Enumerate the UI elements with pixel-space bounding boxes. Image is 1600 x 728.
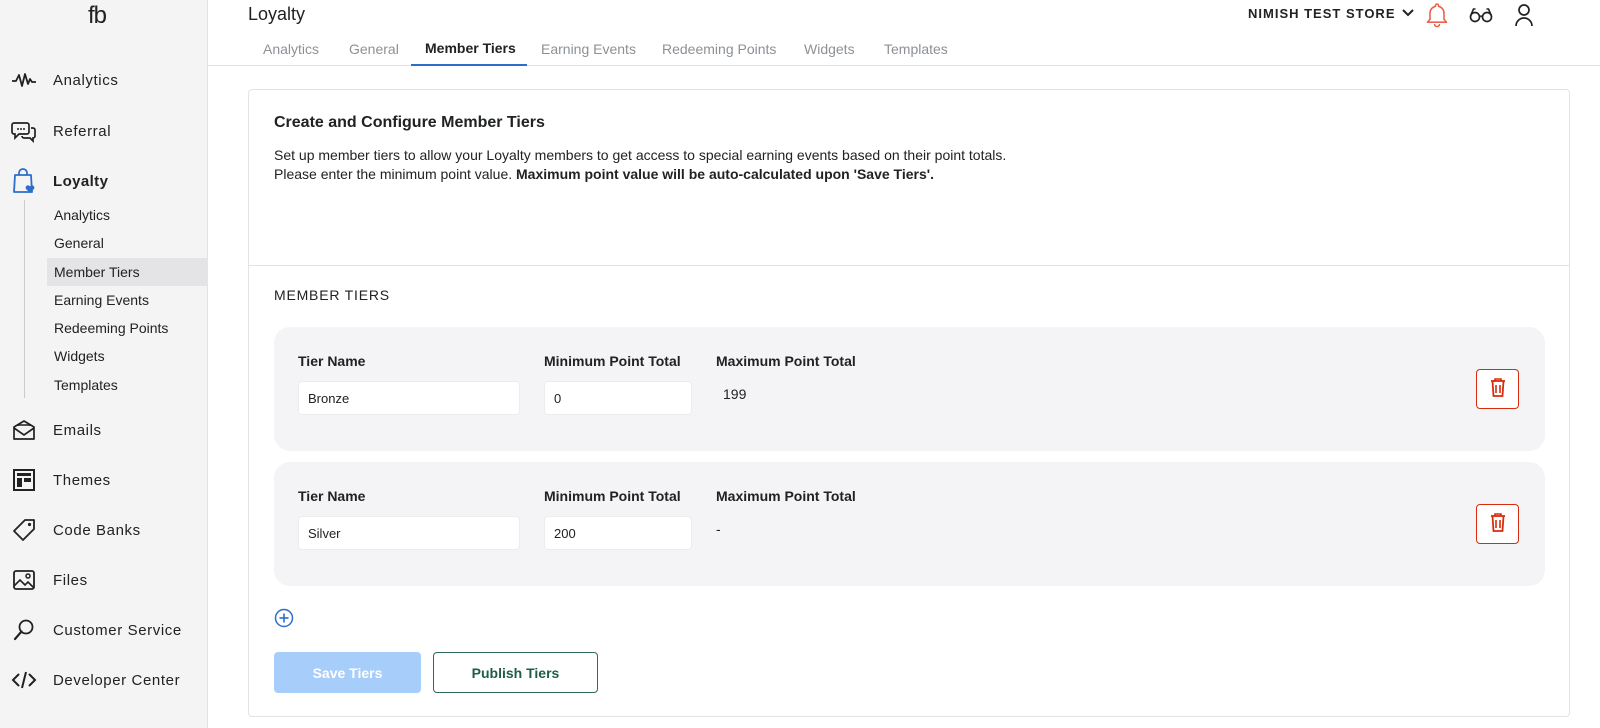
sidebar-item-label: Developer Center	[53, 671, 181, 689]
sidebar-item-label: Themes	[53, 471, 111, 489]
add-tier-button[interactable]	[274, 608, 294, 628]
member-tiers-card: Create and Configure Member Tiers Set up…	[248, 89, 1570, 717]
tag-icon	[11, 517, 37, 543]
tier-row: Tier Name Minimum Point Total Maximum Po…	[274, 327, 1545, 451]
pulse-icon	[11, 67, 37, 93]
subnav-item-member-tiers[interactable]: Member Tiers	[47, 258, 208, 286]
card-title: Create and Configure Member Tiers	[274, 114, 545, 131]
tab-analytics[interactable]: Analytics	[263, 41, 319, 57]
plus-circle-icon	[274, 608, 294, 632]
subnav-item-general[interactable]: General	[47, 229, 208, 257]
trash-icon	[1488, 511, 1508, 538]
subnav-divider	[24, 200, 25, 398]
code-icon	[11, 667, 37, 693]
chevron-down-icon	[1401, 6, 1414, 21]
sidebar-item-referral[interactable]: Referral	[0, 114, 208, 148]
sidebar-item-customer-service[interactable]: Customer Service	[0, 613, 208, 647]
sidebar-item-label: Customer Service	[53, 621, 182, 639]
sidebar-item-emails[interactable]: Emails	[0, 413, 208, 447]
tab-member-tiers[interactable]: Member Tiers	[425, 40, 516, 56]
subnav-item-templates[interactable]: Templates	[47, 371, 208, 399]
image-icon	[11, 567, 37, 593]
max-point-value: -	[716, 521, 721, 537]
tab-general[interactable]: General	[349, 41, 399, 57]
min-point-label: Minimum Point Total	[544, 488, 681, 504]
layout-icon	[11, 467, 37, 493]
active-tab-indicator	[411, 64, 527, 66]
subnav-item-analytics[interactable]: Analytics	[47, 201, 208, 229]
tier-row: Tier Name Minimum Point Total Maximum Po…	[274, 462, 1545, 586]
sidebar-item-developer-center[interactable]: Developer Center	[0, 663, 208, 697]
shopping-bag-heart-icon	[11, 168, 37, 194]
page-title: Loyalty	[248, 4, 306, 24]
sidebar-item-code-banks[interactable]: Code Banks	[0, 513, 208, 547]
min-point-input[interactable]: 0	[544, 381, 692, 415]
subnav-item-widgets[interactable]: Widgets	[47, 342, 208, 370]
sidebar-item-loyalty[interactable]: Loyalty	[0, 164, 208, 198]
glasses-icon[interactable]	[1468, 2, 1494, 28]
tier-name-label: Tier Name	[298, 353, 366, 369]
min-point-label: Minimum Point Total	[544, 353, 681, 369]
mail-icon	[11, 417, 37, 443]
subnav-item-earning-events[interactable]: Earning Events	[47, 286, 208, 314]
app-root: fb Analytics Referral Loyalty Analytics …	[0, 0, 1600, 728]
sidebar: fb Analytics Referral Loyalty Analytics …	[0, 0, 208, 728]
subnav-item-redeeming-points[interactable]: Redeeming Points	[47, 314, 208, 342]
sidebar-item-label: Loyalty	[53, 172, 109, 190]
section-label: MEMBER TIERS	[274, 287, 390, 303]
sidebar-item-files[interactable]: Files	[0, 563, 208, 597]
min-point-input[interactable]: 200	[544, 516, 692, 550]
store-selector[interactable]: NIMISH TEST STORE	[1248, 6, 1414, 21]
description-bold: Maximum point value will be auto-calcula…	[516, 166, 934, 182]
tab-redeeming-points[interactable]: Redeeming Points	[662, 41, 776, 57]
bell-icon[interactable]	[1424, 2, 1450, 28]
section-divider	[249, 265, 1569, 266]
description-plain: Please enter the minimum point value.	[274, 166, 517, 182]
save-tiers-button[interactable]: Save Tiers	[274, 652, 421, 693]
sidebar-item-label: Emails	[53, 421, 102, 439]
tab-templates[interactable]: Templates	[884, 41, 948, 57]
description-line-1: Set up member tiers to allow your Loyalt…	[274, 147, 1007, 163]
user-icon[interactable]	[1511, 2, 1537, 28]
chat-bubbles-icon	[11, 118, 37, 144]
tab-earning-events[interactable]: Earning Events	[541, 41, 636, 57]
tab-widgets[interactable]: Widgets	[804, 41, 855, 57]
sidebar-item-label: Referral	[53, 122, 112, 140]
sidebar-item-label: Code Banks	[53, 521, 141, 539]
tab-bar: Analytics General Member Tiers Earning E…	[208, 34, 1600, 66]
card-description: Set up member tiers to allow your Loyalt…	[274, 146, 1006, 184]
description-line-2: Please enter the minimum point value. Ma…	[274, 165, 1006, 184]
max-point-label: Maximum Point Total	[716, 488, 856, 504]
tier-name-label: Tier Name	[298, 488, 366, 504]
magnifier-icon	[11, 617, 37, 643]
delete-tier-button[interactable]	[1476, 504, 1519, 544]
publish-tiers-button[interactable]: Publish Tiers	[433, 652, 598, 693]
sidebar-item-label: Analytics	[53, 71, 119, 89]
tier-name-input[interactable]: Bronze	[298, 381, 520, 415]
max-point-label: Maximum Point Total	[716, 353, 856, 369]
sidebar-item-label: Files	[53, 571, 88, 589]
delete-tier-button[interactable]	[1476, 369, 1519, 409]
store-name: NIMISH TEST STORE	[1248, 6, 1396, 21]
brand-logo[interactable]: fb	[88, 2, 107, 30]
sidebar-item-themes[interactable]: Themes	[0, 463, 208, 497]
max-point-value: 199	[723, 386, 747, 402]
sidebar-item-analytics[interactable]: Analytics	[0, 63, 208, 97]
trash-icon	[1488, 376, 1508, 403]
tier-name-input[interactable]: Silver	[298, 516, 520, 550]
